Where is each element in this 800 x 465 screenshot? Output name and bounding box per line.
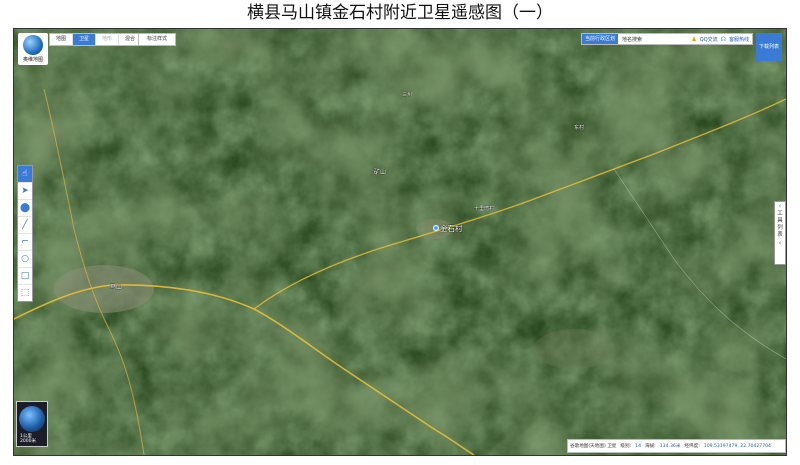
page-title: 横县马山镇金石村附近卫星遥感图（一） — [247, 3, 553, 23]
map-viewport[interactable]: 金石村 马山 矿山 三州 十里湾村 东村 奥维地图 地图 卫星 地形 混合 标注… — [13, 28, 787, 456]
arrow-select-icon[interactable]: ➤ — [18, 183, 32, 200]
globe-icon — [19, 406, 45, 432]
line-draw-icon[interactable]: ╱ — [18, 217, 32, 234]
placemark-icon[interactable]: ⬤ — [18, 200, 32, 217]
map-type-map[interactable]: 地图 — [50, 34, 74, 45]
search-bar: 当前行政区划 地名搜索 ♟ QQ交流 ☊ 客服热线 — [581, 33, 753, 45]
minimap[interactable]: 1公里 2000米 — [16, 401, 48, 447]
tool-list-label: 工具列表 — [777, 211, 783, 238]
scale-bar: 1公里 2000米 — [20, 434, 36, 444]
place-label-shiliwan: 十里湾村 — [474, 206, 495, 212]
map-type-satellite[interactable]: 卫星 — [73, 34, 97, 45]
chevron-left-icon-bottom[interactable]: ‹ — [779, 239, 782, 248]
measure-area-icon[interactable]: ⌐ — [18, 234, 32, 251]
map-source: 谷歌地图(天地图) 卫星 — [570, 444, 617, 449]
tag-icon[interactable]: ⬚ — [18, 285, 32, 301]
label-style-button[interactable]: 标注样式 — [138, 33, 177, 46]
level-label: 级别: — [620, 444, 632, 449]
tool-list-panel-toggle[interactable]: ‹ 工具列表 ‹ — [774, 201, 786, 265]
scale-m: 2000米 — [20, 439, 36, 444]
service-hotline-link[interactable]: 客服热线 — [726, 36, 752, 43]
place-label-jinshi: 金石村 — [440, 224, 463, 233]
status-bar: 谷歌地图(天地图) 卫星 级别: 14 海拔: 134.36米 经纬度: 109… — [567, 439, 786, 453]
zoom-level: 14 — [635, 443, 641, 449]
map-type-switcher: 地图 卫星 地形 混合 — [49, 33, 144, 46]
place-label-dongcun: 东村 — [574, 125, 585, 131]
map-type-terrain[interactable]: 地形 — [96, 34, 120, 45]
place-label-mashan: 马山 — [110, 284, 123, 291]
circle-draw-icon[interactable]: ○ — [18, 251, 32, 268]
altitude-label: 海拔: — [645, 444, 656, 449]
admin-range-button[interactable]: 当前行政区划 — [582, 34, 619, 44]
place-label-sanzhou: 三州 — [402, 92, 413, 98]
place-marker-icon[interactable] — [433, 225, 439, 231]
lonlat-value: 109.53197479, 22.70427704 — [703, 443, 771, 449]
satellite-image[interactable] — [14, 29, 786, 455]
rectangle-draw-icon[interactable]: □ — [18, 268, 32, 285]
qq-link[interactable]: QQ交流 — [697, 36, 721, 43]
download-list-button[interactable]: 下载列表 — [756, 33, 782, 61]
place-search-input[interactable]: 地名搜索 — [618, 36, 691, 43]
chevron-left-icon[interactable]: ‹ — [779, 202, 782, 211]
lonlat-label: 经纬度: — [684, 444, 700, 449]
map-tool-toolbar: ☝ ➤ ⬤ ╱ ⌐ ○ □ ⬚ — [17, 165, 33, 302]
altitude-value: 134.36米 — [659, 444, 681, 449]
globe-logo-icon — [23, 35, 43, 55]
logo-text: 奥维地图 — [22, 57, 43, 63]
place-label-kuangshan: 矿山 — [374, 169, 387, 176]
hand-pan-icon[interactable]: ☝ — [18, 166, 32, 183]
app-logo[interactable]: 奥维地图 — [18, 33, 48, 65]
